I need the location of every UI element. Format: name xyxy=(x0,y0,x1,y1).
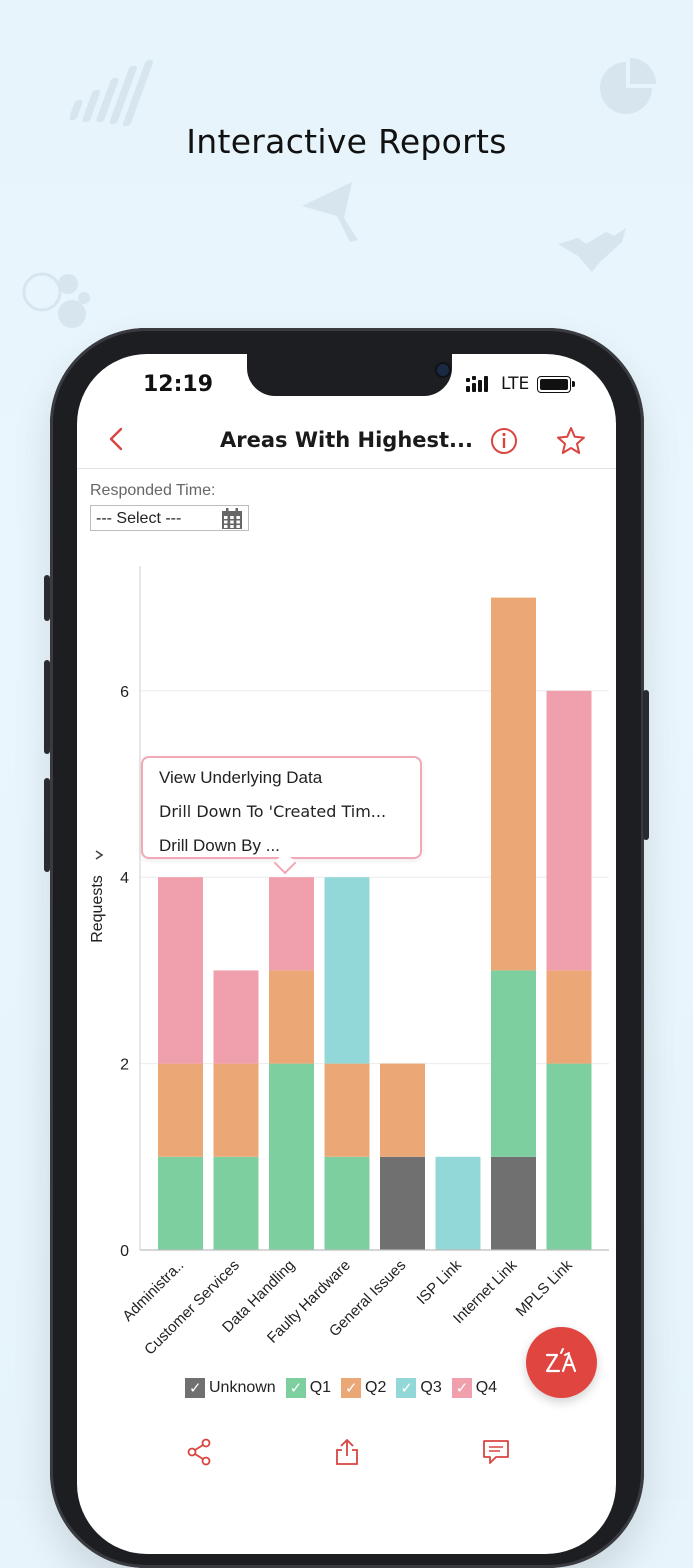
chart-context-menu: View Underlying Data Drill Down To 'Crea… xyxy=(141,756,422,875)
navigation-bar: Areas With Highest... xyxy=(77,416,616,469)
bar-segment[interactable] xyxy=(213,970,259,1064)
network-type: LTE xyxy=(501,374,530,394)
x-tick-label: ISP Link xyxy=(413,1256,465,1308)
x-tick-label: Customer Services xyxy=(141,1257,243,1359)
bar-segment[interactable] xyxy=(324,877,370,1064)
bar-segment[interactable] xyxy=(491,597,536,971)
comment-icon[interactable] xyxy=(482,1438,510,1466)
legend-item-q3[interactable]: Q3 xyxy=(396,1378,442,1398)
y-tick-label: 6 xyxy=(120,684,129,701)
signal-icon xyxy=(466,376,488,392)
info-icon[interactable] xyxy=(489,426,519,456)
pie-chart-decoration-icon xyxy=(600,58,656,114)
legend-label: Q1 xyxy=(309,1379,332,1396)
bar-segment[interactable] xyxy=(380,1063,425,1157)
bar-segment[interactable] xyxy=(269,970,314,1064)
bar-segment[interactable] xyxy=(213,1156,259,1250)
chart-legend: Unknown Q1 Q2 Q3 Q4 xyxy=(185,1377,507,1399)
zia-assistant-button[interactable] xyxy=(526,1327,597,1398)
mute-switch xyxy=(44,575,50,621)
legend-item-q4[interactable]: Q4 xyxy=(451,1378,498,1398)
y-tick-label: 4 xyxy=(120,870,129,887)
page-headline: Interactive Reports xyxy=(186,122,507,161)
power-button xyxy=(643,690,649,840)
bar-segment[interactable] xyxy=(269,1063,314,1250)
drill-down-to-option[interactable]: Drill Down To 'Created Tim... xyxy=(159,802,386,821)
legend-label: Q4 xyxy=(475,1379,498,1396)
y-tick-label: 2 xyxy=(120,1057,129,1074)
y-tick-label: 0 xyxy=(120,1243,129,1260)
bubble-decoration-icon xyxy=(22,272,90,328)
bar-segment[interactable] xyxy=(491,970,536,1157)
y-axis-label[interactable]: Requests xyxy=(89,875,106,943)
drill-down-by-option[interactable]: Drill Down By ... xyxy=(159,836,280,856)
notch xyxy=(247,354,452,396)
battery-icon xyxy=(537,376,575,393)
export-icon[interactable] xyxy=(335,1438,359,1466)
check-icon xyxy=(285,1378,306,1398)
check-icon xyxy=(341,1378,362,1398)
bar-segment[interactable] xyxy=(158,877,203,1064)
funnel-decoration-icon xyxy=(302,182,358,242)
bottom-toolbar xyxy=(77,1432,616,1484)
volume-up-button xyxy=(44,660,50,754)
camera-icon xyxy=(437,364,449,376)
stacked-bar-chart: 0246Administra..Customer ServicesData Ha… xyxy=(89,566,609,1359)
report-title: Areas With Highest... xyxy=(220,428,473,452)
bar-segment[interactable] xyxy=(158,1156,203,1250)
calendar-icon[interactable] xyxy=(221,508,243,530)
bar-segment[interactable] xyxy=(546,1063,592,1250)
check-icon xyxy=(185,1378,205,1398)
filter-select-value: --- Select --- xyxy=(96,510,182,527)
bar-segment[interactable] xyxy=(546,690,592,971)
legend-label: Q3 xyxy=(420,1379,442,1396)
legend-item-q2[interactable]: Q2 xyxy=(341,1378,386,1398)
chevron-right-icon[interactable] xyxy=(95,850,104,860)
bar-segment[interactable] xyxy=(546,970,592,1064)
view-underlying-data-option[interactable]: View Underlying Data xyxy=(159,768,322,788)
bar-segment[interactable] xyxy=(435,1156,481,1250)
check-icon xyxy=(396,1378,417,1398)
responded-time-select[interactable]: --- Select --- xyxy=(90,505,249,531)
status-time: 12:19 xyxy=(143,372,214,397)
share-icon[interactable] xyxy=(186,1438,212,1466)
legend-label: Q2 xyxy=(365,1379,387,1396)
map-decoration-icon xyxy=(558,228,626,272)
legend-item-unknown[interactable]: Unknown xyxy=(185,1378,276,1398)
star-icon[interactable] xyxy=(555,425,587,457)
filter-label: Responded Time: xyxy=(90,482,216,499)
app-screen: 12:19 LTE Areas With Highest... Responde… xyxy=(77,354,616,1554)
volume-down-button xyxy=(44,778,50,872)
bar-segment[interactable] xyxy=(213,1063,259,1157)
zia-assistant-icon xyxy=(545,1348,577,1373)
bar-segment[interactable] xyxy=(324,1063,370,1157)
bar-segment[interactable] xyxy=(324,1156,370,1250)
legend-item-q1[interactable]: Q1 xyxy=(285,1378,332,1398)
bar-segment[interactable] xyxy=(269,877,314,971)
bar-segment[interactable] xyxy=(158,1063,203,1157)
bar-segment[interactable] xyxy=(491,1156,536,1250)
check-icon xyxy=(451,1378,472,1398)
legend-label: Unknown xyxy=(209,1379,276,1396)
bar-segment[interactable] xyxy=(380,1156,425,1250)
x-tick-label: MPLS Link xyxy=(513,1256,577,1320)
